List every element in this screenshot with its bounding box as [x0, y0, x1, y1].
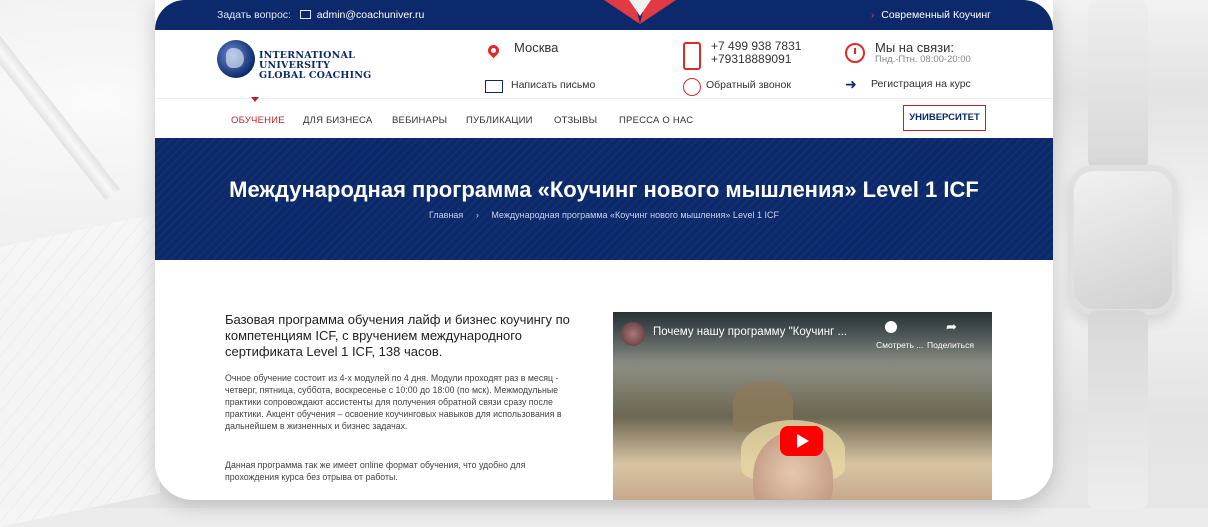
registration-link[interactable]: Регистрация на курс: [871, 78, 971, 90]
share-icon[interactable]: ➦: [946, 319, 957, 335]
location-pin-icon: [485, 42, 502, 59]
ribbon-decoration: [604, 0, 676, 24]
youtube-video-embed[interactable]: Почему нашу программу "Коучинг ... Смотр…: [613, 312, 992, 500]
browser-window: Задать вопрос: admin@coachuniver.ru › Со…: [155, 0, 1053, 500]
email-link[interactable]: admin@coachuniver.ru: [317, 9, 425, 21]
page-hero: Международная программа «Коучинг нового …: [155, 138, 1053, 260]
active-nav-marker: [251, 97, 259, 102]
watch-later-button[interactable]: Смотреть ...: [876, 340, 923, 350]
nav-item-business[interactable]: ДЛЯ БИЗНЕСА: [303, 115, 372, 126]
top-bar: Задать вопрос: admin@coachuniver.ru › Со…: [155, 0, 1053, 30]
chevron-right-icon: ›: [870, 9, 875, 21]
smartwatch-decoration: [1068, 165, 1178, 315]
main-content: Базовая программа обучения лайф и бизнес…: [155, 260, 1053, 500]
nav-item-webinars[interactable]: ВЕБИНАРЫ: [392, 115, 447, 126]
nav-item-reviews[interactable]: ОТЗЫВЫ: [554, 115, 597, 126]
online-hours: Пнд.-Птн. 08:00-20:00: [875, 54, 971, 65]
logo-line: GLOBAL COACHING: [259, 70, 372, 81]
program-lead-text: Базовая программа обучения лайф и бизнес…: [225, 312, 570, 359]
modern-coaching-label: Современный Коучинг: [881, 9, 991, 21]
city-label: Москва: [514, 40, 559, 55]
nav-item-publications[interactable]: ПУБЛИКАЦИИ: [466, 115, 533, 126]
nav-item-press[interactable]: ПРЕССА О НАС: [619, 115, 693, 126]
breadcrumb: Главная › Международная программа «Коучи…: [155, 210, 1053, 220]
online-format-note: Данная программа так же имеет online фор…: [225, 460, 526, 482]
online-title: Мы на связи:: [875, 40, 954, 55]
clock-icon: [845, 43, 865, 63]
phone-number[interactable]: +79318889091: [711, 53, 801, 66]
envelope-icon: [485, 80, 503, 93]
watch-strap-decoration: [1088, 310, 1148, 510]
callback-link[interactable]: Обратный звонок: [706, 79, 791, 91]
logo-text: INTERNATIONAL UNIVERSITY GLOBAL COACHING: [259, 51, 389, 81]
ask-label: Задать вопрос:: [217, 9, 291, 21]
program-description: Очное обучение состоит из 4-х модулей по…: [225, 373, 562, 431]
main-nav: ОБУЧЕНИЕ ДЛЯ БИЗНЕСА ВЕБИНАРЫ ПУБЛИКАЦИИ…: [155, 97, 1053, 147]
mail-icon: [299, 10, 311, 19]
video-title[interactable]: Почему нашу программу "Коучинг ...: [653, 326, 847, 338]
nav-item-education[interactable]: ОБУЧЕНИЕ: [231, 115, 285, 126]
arrow-right-icon: ➜: [845, 76, 857, 92]
callback-phone-icon: [683, 78, 701, 96]
notebook-decoration: [0, 212, 160, 527]
phone-numbers: +7 499 938 7831 +79318889091: [711, 40, 801, 66]
play-button[interactable]: [780, 426, 823, 456]
page-title: Международная программа «Коучинг нового …: [229, 177, 979, 202]
phone-icon: [683, 42, 701, 70]
globe-logo-icon: [217, 40, 255, 78]
breadcrumb-home-link[interactable]: Главная: [429, 210, 463, 220]
clock-icon[interactable]: [885, 321, 897, 333]
site-header: INTERNATIONAL UNIVERSITY GLOBAL COACHING…: [155, 30, 1053, 98]
ask-question: Задать вопрос: admin@coachuniver.ru: [217, 9, 424, 21]
channel-avatar[interactable]: [621, 322, 645, 346]
university-dropdown-button[interactable]: УНИВЕРСИТЕТ ⌄: [903, 105, 986, 147]
write-letter-link[interactable]: Написать письмо: [511, 79, 595, 91]
modern-coaching-link[interactable]: › Современный Коучинг: [871, 9, 991, 21]
breadcrumb-current: Международная программа «Коучинг нового …: [491, 210, 779, 220]
breadcrumb-separator: ›: [475, 210, 479, 220]
share-button[interactable]: Поделиться: [927, 340, 974, 350]
watch-strap-decoration: [1088, 0, 1148, 170]
